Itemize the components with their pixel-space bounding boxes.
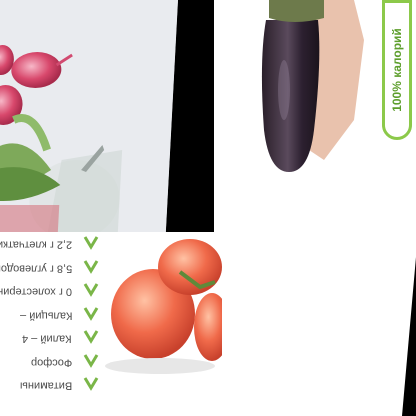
nutrition-row-text: 5,8 г углеводов [0,262,72,274]
nutrition-row: Кальций – [0,303,110,327]
radish-jar-photo [0,0,178,232]
blank-panel-shape [222,232,416,416]
calorie-badge: 100% калорий [382,0,412,140]
nutrition-row: Калий – 4 [0,326,110,350]
nutrition-row-text: Фосфор [30,356,72,368]
nutrition-row: Витамины [0,373,110,397]
check-icon [83,377,99,391]
nutrition-row-text: Кальций – [19,309,72,321]
nutrition-row-text: Витамины [19,379,72,392]
check-icon [83,330,99,344]
check-icon [83,283,99,297]
nutrition-list: 2,2 г клетчатки 5,8 г углеводов 0 г холе… [0,232,110,397]
check-icon [83,306,99,321]
nutrition-row-text: 0 г холестерина [0,285,72,298]
nutrition-row-text: 2,2 г клетчатки [0,238,72,251]
check-icon [83,236,99,250]
nutrition-row: 2,2 г клетчатки [0,232,110,256]
nutrition-row: Фосфор [0,350,110,374]
calorie-badge-text: 100% калорий [390,28,404,112]
blank-panel [222,232,416,416]
radish-jar-illustration [0,0,178,232]
check-icon [83,259,99,274]
nutrition-row: 5,8 г углеводов [0,256,110,280]
nutrition-row: 0 г холестерина [0,279,110,303]
nutrition-row-text: Калий – 4 [22,332,72,345]
check-icon [83,353,99,368]
